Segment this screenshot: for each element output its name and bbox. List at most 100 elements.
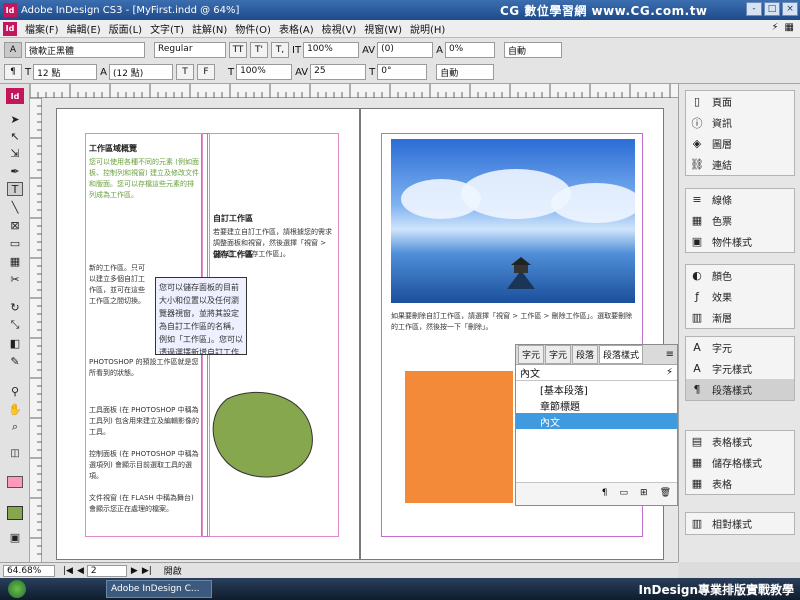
- menu-object[interactable]: 物件(O): [231, 21, 275, 36]
- page-field[interactable]: 2: [86, 564, 127, 577]
- clear-override-icon[interactable]: ¶: [602, 488, 608, 498]
- skew-field[interactable]: 0°: [377, 64, 428, 80]
- panel-stroke[interactable]: ≡ 線條: [686, 189, 794, 210]
- ocean-photo-image[interactable]: [391, 139, 635, 303]
- font-style-field[interactable]: Regular: [154, 42, 226, 58]
- panel-links[interactable]: ⛓ 連結: [686, 154, 794, 175]
- next-page-icon[interactable]: ▶: [131, 566, 138, 576]
- minimize-button[interactable]: -: [746, 2, 762, 16]
- panel-swatches[interactable]: ▦ 色票: [686, 210, 794, 231]
- panel-align-styles[interactable]: ▥ 相對樣式: [686, 513, 794, 534]
- panel-pages[interactable]: ▯ 頁面: [686, 91, 794, 112]
- baseline-shift-field[interactable]: 0%: [444, 42, 495, 58]
- leading-field[interactable]: (12 點): [108, 64, 173, 80]
- close-button[interactable]: ×: [782, 2, 798, 16]
- orange-rectangle-shape[interactable]: [405, 371, 513, 503]
- panel-character[interactable]: A 字元: [686, 337, 794, 358]
- kerning-field[interactable]: (0): [377, 42, 434, 58]
- font-size-field[interactable]: 12 點: [33, 64, 98, 80]
- menu-table[interactable]: 表格(A): [275, 21, 318, 36]
- left-page[interactable]: 工作區域概覽 您可以使用各種不同的元素 (例如面板、控制列和視窗) 建立及修改文…: [56, 108, 360, 560]
- lightning-icon[interactable]: ⚡: [772, 22, 779, 33]
- taskbar-app-button[interactable]: Adobe InDesign C...: [106, 580, 212, 598]
- zoom-field[interactable]: 64.68%: [3, 564, 55, 577]
- scale-tool-icon[interactable]: ⤡: [7, 318, 23, 332]
- delete-style-icon[interactable]: 🗑: [660, 488, 671, 498]
- tab-character-2[interactable]: 字元: [545, 345, 572, 364]
- rotation-field[interactable]: 自動: [436, 64, 495, 80]
- superscript-button[interactable]: T': [250, 42, 268, 58]
- all-caps-button[interactable]: TT: [229, 42, 247, 58]
- lightning-icon[interactable]: ⚡: [666, 367, 673, 378]
- workspace-icon[interactable]: ▦: [785, 22, 794, 33]
- scissors-tool-icon[interactable]: ✂: [7, 272, 23, 286]
- panel-object-styles[interactable]: ▣ 物件樣式: [686, 231, 794, 252]
- fill-stroke-icon[interactable]: ◫: [7, 446, 23, 460]
- new-style-icon[interactable]: ⊞: [640, 488, 648, 498]
- tab-paragraph-styles[interactable]: 段落樣式: [599, 345, 644, 364]
- menu-type[interactable]: 文字(T): [146, 21, 188, 36]
- app-menu-icon[interactable]: Id: [3, 21, 17, 36]
- tracking-field[interactable]: 25: [310, 64, 367, 80]
- last-page-icon[interactable]: ▶|: [142, 566, 152, 576]
- tab-character[interactable]: 字元: [518, 345, 545, 364]
- underline-button[interactable]: T: [175, 64, 194, 80]
- green-ellipse-shape[interactable]: [207, 389, 317, 479]
- type-tool-icon[interactable]: T: [7, 182, 23, 196]
- new-group-icon[interactable]: ▭: [620, 488, 629, 498]
- menu-help[interactable]: 說明(H): [406, 21, 449, 36]
- style-item-basic[interactable]: [基本段落]: [516, 381, 677, 397]
- zoom-tool-icon[interactable]: ⌕: [7, 420, 23, 434]
- menu-edit[interactable]: 編輯(E): [63, 21, 105, 36]
- horizontal-ruler[interactable]: [29, 84, 678, 98]
- pen-tool-icon[interactable]: ✒: [7, 164, 23, 178]
- gradient-tool-icon[interactable]: ◧: [7, 336, 23, 350]
- panel-layers[interactable]: ◈ 圖層: [686, 133, 794, 154]
- font-family-field[interactable]: 微軟正黑體: [25, 42, 145, 58]
- panel-menu-icon[interactable]: ≡: [666, 349, 674, 360]
- first-page-icon[interactable]: |◀: [63, 566, 73, 576]
- selection-tool-icon[interactable]: ➤: [7, 112, 23, 126]
- vertical-scale-field[interactable]: 100%: [303, 42, 360, 58]
- rectangle-tool-icon[interactable]: ▭: [7, 236, 23, 250]
- language-field[interactable]: 自動: [503, 42, 562, 58]
- rotate-tool-icon[interactable]: ↻: [7, 300, 23, 314]
- apply-color-icon[interactable]: [7, 476, 23, 488]
- character-mode-button[interactable]: A: [4, 42, 22, 58]
- subscript-button[interactable]: T,: [271, 42, 289, 58]
- callout-box[interactable]: 您可以儲存面板的目前大小和位置以及任何瀏覽器視窗，並將其設定為自訂工作區的名稱，…: [155, 277, 247, 355]
- menu-file[interactable]: 檔案(F): [21, 21, 63, 36]
- style-item-body[interactable]: 內文: [516, 413, 677, 429]
- panel-effects[interactable]: ƒ 效果: [686, 286, 794, 307]
- style-item-chapter-title[interactable]: 章節標題: [516, 397, 677, 413]
- direct-selection-tool-icon[interactable]: ↖: [7, 129, 23, 143]
- menu-view[interactable]: 檢視(V): [318, 21, 361, 36]
- panel-color[interactable]: ◐ 顏色: [686, 265, 794, 286]
- panel-table[interactable]: ▦ 表格: [686, 473, 794, 494]
- hand-tool-icon[interactable]: ✋: [7, 402, 23, 416]
- paragraph-styles-panel[interactable]: 字元 字元 段落 段落樣式 ≡ 內文 ⚡ [基本段落] 章節標題 內文 ¶ ▭ …: [515, 344, 678, 506]
- strikethrough-button[interactable]: F: [196, 64, 215, 80]
- panel-cell-styles[interactable]: ▦ 儲存格樣式: [686, 452, 794, 473]
- panel-gradient[interactable]: ▥ 漸層: [686, 307, 794, 328]
- panel-character-styles[interactable]: A 字元樣式: [686, 358, 794, 379]
- position-tool-icon[interactable]: ⇲: [7, 146, 23, 160]
- menu-window[interactable]: 視窗(W): [360, 21, 406, 36]
- horizontal-scale-field[interactable]: 100%: [236, 64, 293, 80]
- panel-table-styles[interactable]: ▤ 表格樣式: [686, 431, 794, 452]
- menu-notes[interactable]: 註解(N): [188, 21, 231, 36]
- tab-paragraph[interactable]: 段落: [572, 345, 599, 364]
- panel-info[interactable]: ⓘ 資訊: [686, 112, 794, 133]
- menu-layout[interactable]: 版面(L): [105, 21, 146, 36]
- note-tool-icon[interactable]: ✎: [7, 354, 23, 368]
- prev-page-icon[interactable]: ◀: [77, 566, 84, 576]
- view-mode-icon[interactable]: ▣: [7, 530, 23, 544]
- paragraph-mode-button[interactable]: ¶: [4, 64, 22, 80]
- maximize-button[interactable]: □: [764, 2, 780, 16]
- fill-swatch-icon[interactable]: [7, 506, 23, 520]
- table-tool-icon[interactable]: ▦: [7, 254, 23, 268]
- line-tool-icon[interactable]: ╲: [7, 200, 23, 214]
- frame-tool-icon[interactable]: ⊠: [7, 218, 23, 232]
- start-button[interactable]: [0, 578, 34, 600]
- panel-paragraph-styles[interactable]: ¶ 段落樣式: [686, 379, 794, 400]
